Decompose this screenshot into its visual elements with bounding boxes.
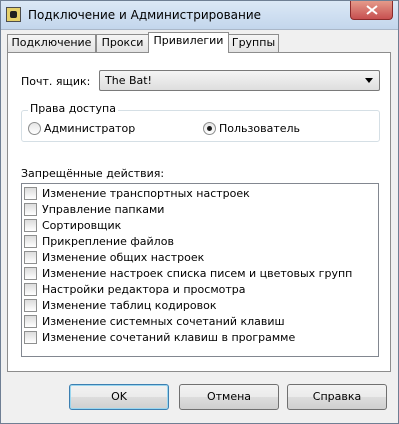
- help-button[interactable]: Справка: [287, 384, 387, 410]
- title-bar: Подключение и Администрирование: [1, 1, 398, 30]
- list-item[interactable]: Настройки редактора и просмотра: [24, 282, 374, 298]
- tab-connection[interactable]: Подключение: [7, 34, 96, 52]
- checkbox[interactable]: [24, 251, 37, 264]
- list-item-label: Изменение общих настроек: [42, 251, 205, 264]
- forbidden-actions-label: Запрещённые действия:: [21, 167, 165, 180]
- list-item[interactable]: Прикрепление файлов: [24, 234, 374, 250]
- list-item[interactable]: Изменение таблиц кодировок: [24, 298, 374, 314]
- cancel-button[interactable]: Отмена: [179, 384, 279, 410]
- list-item[interactable]: Изменение настроек списка писем и цветов…: [24, 266, 374, 282]
- checkbox[interactable]: [24, 187, 37, 200]
- access-rights-title: Права доступа: [28, 102, 118, 115]
- radio-user-label[interactable]: Пользователь: [219, 122, 300, 135]
- list-item-label: Изменение транспортных настроек: [42, 187, 250, 200]
- thebat-icon: [6, 7, 21, 22]
- list-item[interactable]: Сортировщик: [24, 218, 374, 234]
- tab-proxy[interactable]: Прокси: [96, 34, 149, 52]
- mailbox-selected-value: The Bat!: [105, 74, 152, 87]
- tab-privileges[interactable]: Привилегии: [148, 32, 229, 53]
- list-item-label: Управление папками: [42, 203, 165, 216]
- ok-button[interactable]: OK: [69, 384, 169, 410]
- close-icon: [366, 5, 378, 15]
- list-item-label: Изменение настроек списка писем и цветов…: [42, 267, 353, 280]
- list-item[interactable]: Управление папками: [24, 202, 374, 218]
- list-item-label: Изменение системных сочетаний клавиш: [42, 315, 285, 328]
- radio-administrator-label[interactable]: Администратор: [44, 122, 135, 135]
- list-item-label: Настройки редактора и просмотра: [42, 283, 246, 296]
- checkbox[interactable]: [24, 299, 37, 312]
- forbidden-actions-list[interactable]: Изменение транспортных настроек Управлен…: [21, 183, 379, 357]
- list-item[interactable]: Изменение системных сочетаний клавиш: [24, 314, 374, 330]
- mailbox-label: Почт. ящик:: [21, 75, 91, 88]
- checkbox[interactable]: [24, 203, 37, 216]
- checkbox[interactable]: [24, 331, 37, 344]
- list-item-label: Изменение таблиц кодировок: [42, 299, 217, 312]
- radio-user[interactable]: [203, 122, 216, 135]
- mailbox-select[interactable]: The Bat!: [99, 70, 380, 91]
- checkbox[interactable]: [24, 315, 37, 328]
- list-item-label: Прикрепление файлов: [42, 235, 174, 248]
- list-item[interactable]: Изменение общих настроек: [24, 250, 374, 266]
- checkbox[interactable]: [24, 283, 37, 296]
- checkbox[interactable]: [24, 235, 37, 248]
- tab-groups[interactable]: Группы: [228, 34, 279, 52]
- list-item[interactable]: Изменение транспортных настроек: [24, 186, 374, 202]
- close-button[interactable]: [350, 1, 393, 20]
- checkbox[interactable]: [24, 267, 37, 280]
- list-item[interactable]: Изменение сочетаний клавиш в программе: [24, 330, 374, 346]
- list-item-label: Изменение сочетаний клавиш в программе: [42, 331, 296, 344]
- window-title: Подключение и Администрирование: [28, 8, 262, 22]
- dialog-window: Подключение и Администрирование Подключе…: [0, 0, 399, 424]
- checkbox[interactable]: [24, 219, 37, 232]
- radio-administrator[interactable]: [28, 122, 41, 135]
- chevron-down-icon: [365, 78, 373, 83]
- list-item-label: Сортировщик: [42, 219, 122, 232]
